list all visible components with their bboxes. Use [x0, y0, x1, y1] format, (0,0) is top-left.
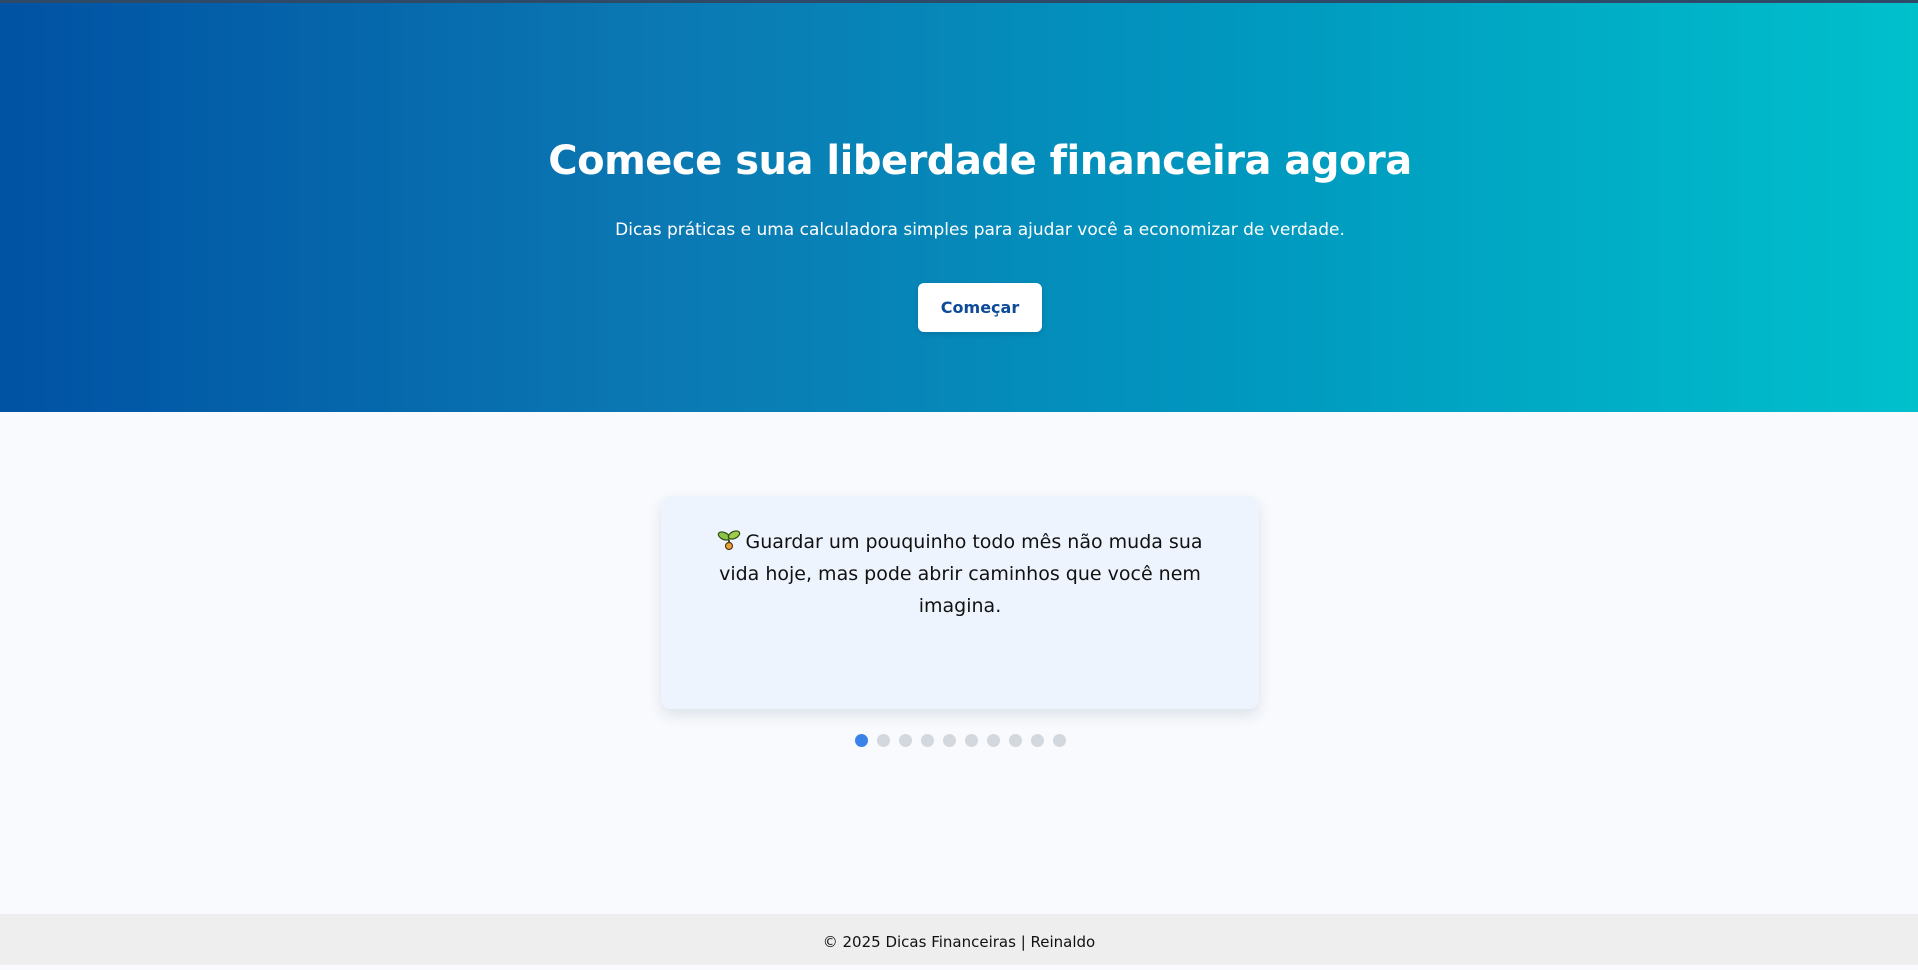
carousel-dot[interactable]: [943, 734, 956, 747]
carousel-dot[interactable]: [855, 734, 868, 747]
tip-card: Guardar um pouquinho todo mês não muda s…: [661, 496, 1259, 709]
carousel-dot[interactable]: [965, 734, 978, 747]
carousel-dot[interactable]: [921, 734, 934, 747]
carousel-dot[interactable]: [1031, 734, 1044, 747]
sprout-icon: [717, 528, 741, 552]
tip-text: Guardar um pouquinho todo mês não muda s…: [719, 531, 1203, 617]
start-button[interactable]: Começar: [918, 283, 1042, 332]
carousel-dots: [855, 734, 1066, 747]
hero-subtitle: Dicas práticas e uma calculadora simples…: [615, 220, 1345, 240]
footer-text: © 2025 Dicas Financeiras | Reinaldo: [822, 933, 1096, 951]
hero-section: Comece sua liberdade financeira agora Di…: [0, 3, 1918, 412]
carousel-dot[interactable]: [987, 734, 1000, 747]
footer: © 2025 Dicas Financeiras | Reinaldo: [0, 914, 1918, 965]
tip-content: Guardar um pouquinho todo mês não muda s…: [701, 526, 1219, 622]
carousel-dot[interactable]: [877, 734, 890, 747]
carousel-dot[interactable]: [899, 734, 912, 747]
hero-title: Comece sua liberdade financeira agora: [548, 138, 1412, 184]
carousel-dot[interactable]: [1053, 734, 1066, 747]
carousel-dot[interactable]: [1009, 734, 1022, 747]
